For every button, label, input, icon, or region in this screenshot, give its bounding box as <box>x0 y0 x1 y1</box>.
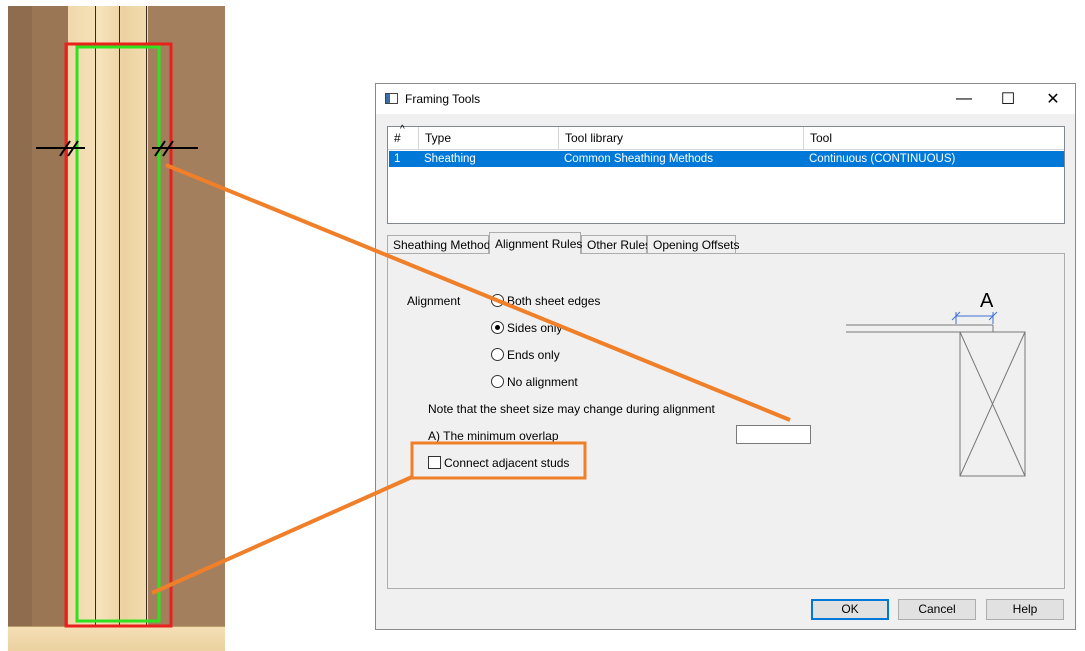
column-header-number[interactable]: ^ # <box>388 124 419 149</box>
column-header-tool[interactable]: Tool <box>804 127 1064 149</box>
title-bar: Framing Tools — ☐ ✕ <box>376 84 1075 114</box>
min-overlap-label: A) The minimum overlap <box>428 429 559 443</box>
radio-no-alignment[interactable] <box>491 375 504 388</box>
min-overlap-input[interactable] <box>736 425 811 444</box>
tab-other-rules[interactable]: Other Rules <box>581 235 651 253</box>
stud-boards <box>68 6 148 626</box>
maximize-button[interactable]: ☐ <box>985 84 1031 114</box>
wall-illustration <box>8 6 225 651</box>
tab-alignment-rules[interactable]: Alignment Rules <box>489 232 582 254</box>
board-seam <box>146 6 147 626</box>
connect-adjacent-studs-label: Connect adjacent studs <box>444 456 570 470</box>
cell-number: 1 <box>394 153 401 165</box>
radio-sides-only[interactable] <box>491 321 504 334</box>
radio-label-both-sheet-edges: Both sheet edges <box>507 294 601 308</box>
tab-opening-offsets[interactable]: Opening Offsets <box>647 235 740 253</box>
cell-tool-library: Common Sheathing Methods <box>564 153 713 165</box>
ok-button[interactable]: OK <box>811 599 889 620</box>
cell-tool: Continuous (CONTINUOUS) <box>809 153 956 165</box>
alignment-rules-pane: Alignment Both sheet edges Sides only En… <box>387 253 1065 589</box>
grid-header: ^ # Type Tool library Tool <box>388 124 1064 150</box>
wall-shadow-left <box>8 6 32 651</box>
window-title: Framing Tools <box>405 92 481 106</box>
help-button[interactable]: Help <box>986 599 1064 620</box>
table-row[interactable]: 1 Sheathing Common Sheathing Methods Con… <box>389 151 1064 167</box>
overlap-diagram: A <box>846 290 1026 477</box>
column-header-tool-library[interactable]: Tool library <box>559 127 804 149</box>
app-icon <box>385 93 398 104</box>
radio-both-sheet-edges[interactable] <box>491 294 504 307</box>
board-seam <box>119 6 120 626</box>
minimize-button[interactable]: — <box>941 84 987 114</box>
sort-indicator-icon: ^ <box>400 124 405 135</box>
column-header-type[interactable]: Type <box>419 127 559 149</box>
alignment-label: Alignment <box>407 294 461 308</box>
framing-tools-dialog: Framing Tools — ☐ ✕ ^ # Type Tool librar… <box>375 83 1076 630</box>
radio-label-no-alignment: No alignment <box>507 375 578 389</box>
tab-sheathing-methods[interactable]: Sheathing Methods <box>387 235 496 253</box>
cell-type: Sheathing <box>424 153 476 165</box>
tools-grid[interactable]: ^ # Type Tool library Tool 1 Sheathing C… <box>387 124 1065 224</box>
radio-ends-only[interactable] <box>491 348 504 361</box>
wall-sheathing-left <box>32 6 68 651</box>
radio-label-sides-only: Sides only <box>507 321 563 335</box>
bottom-plate <box>8 626 225 651</box>
board-seam <box>95 6 96 626</box>
close-button[interactable]: ✕ <box>1030 84 1076 114</box>
alignment-note: Note that the sheet size may change duri… <box>428 402 715 416</box>
diagram-label-a: A <box>980 290 994 312</box>
radio-label-ends-only: Ends only <box>507 348 560 362</box>
cancel-button[interactable]: Cancel <box>898 599 976 620</box>
connect-adjacent-studs-checkbox[interactable] <box>428 456 441 469</box>
